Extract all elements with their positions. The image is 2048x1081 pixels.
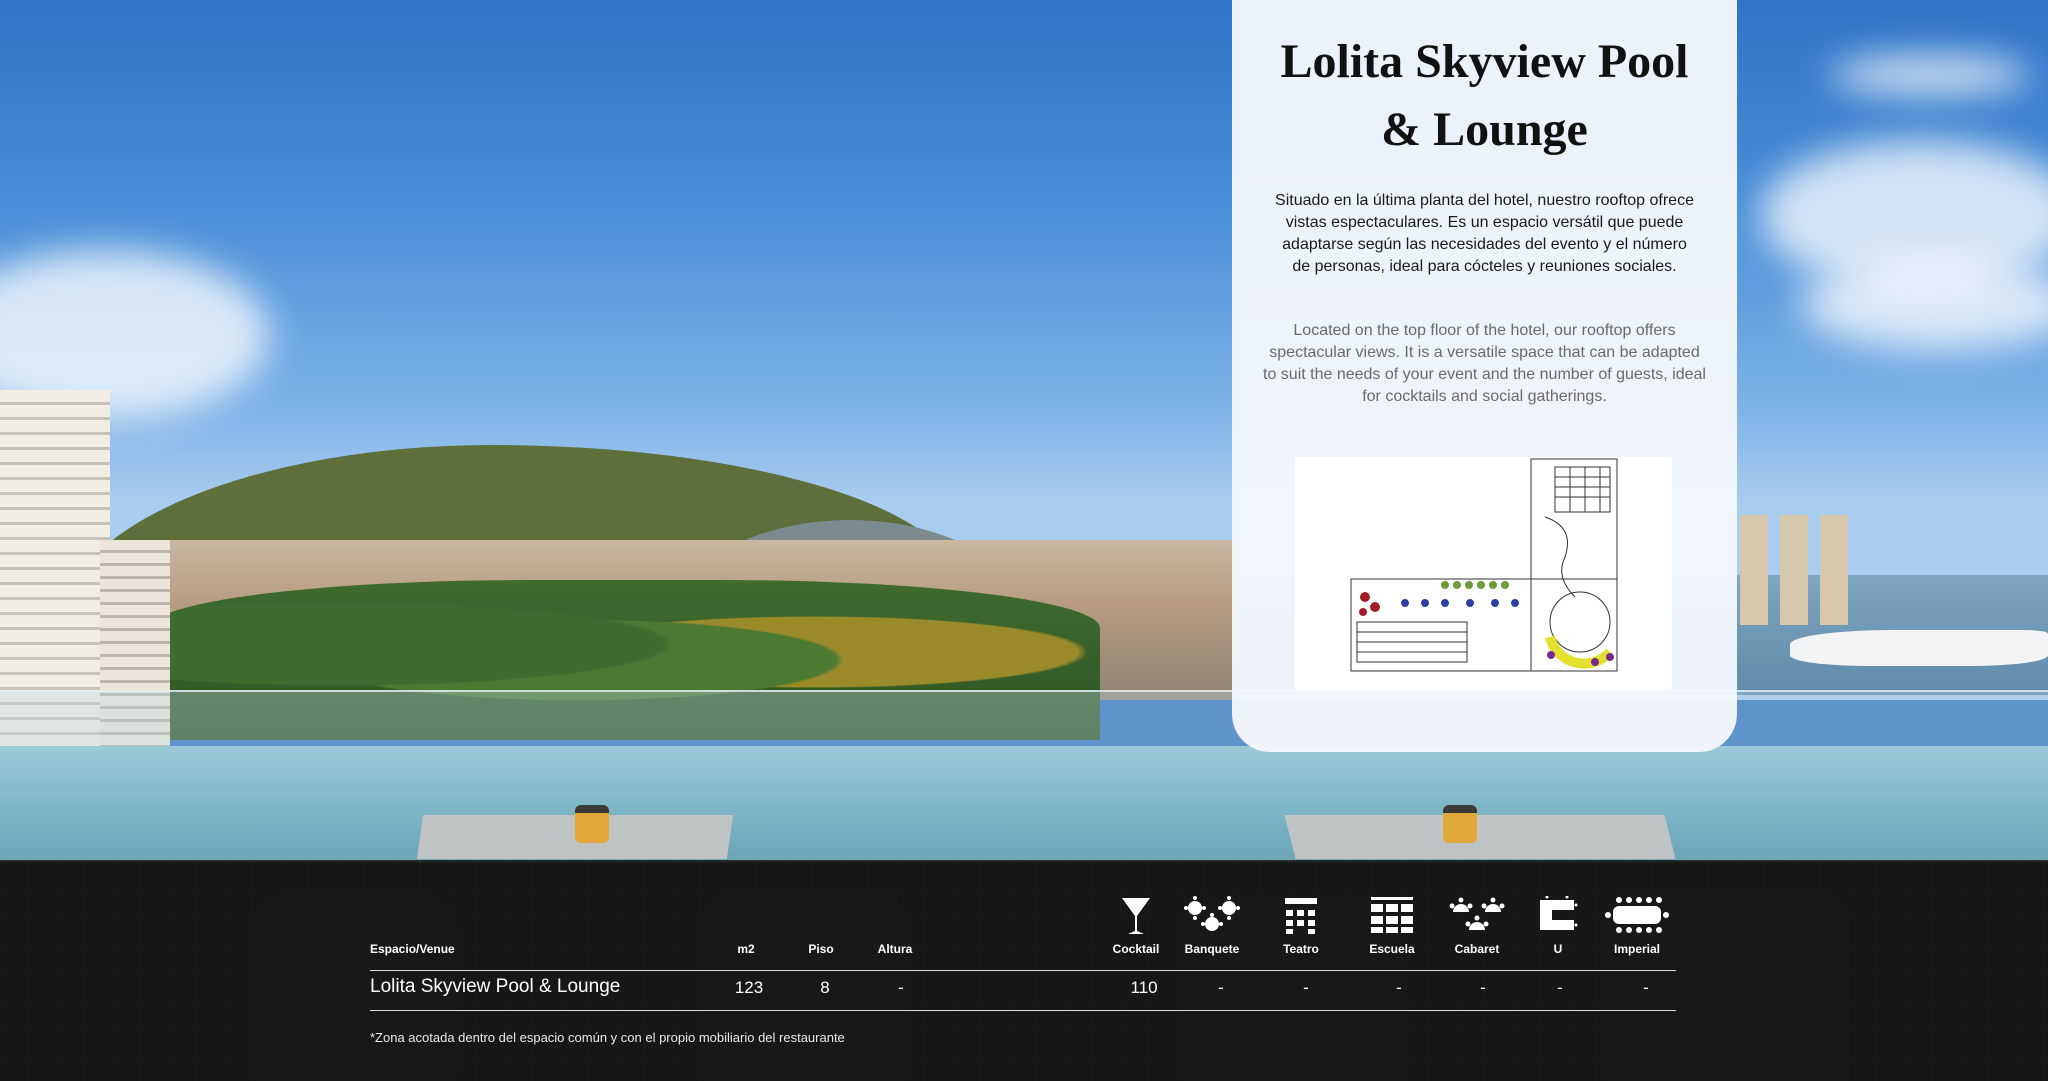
infinity-pool (0, 746, 2048, 866)
header-banquet: Banquete (1184, 942, 1240, 956)
header-m2: m2 (737, 942, 755, 956)
capacity-table: Espacio/Venue m2 Piso Altura Cocktail Ba… (370, 890, 1676, 1050)
cloud (1830, 55, 2030, 95)
row-cabaret: - (1480, 978, 1486, 997)
header-classroom: Escuela (1369, 942, 1415, 956)
header-cabaret: Cabaret (1454, 942, 1500, 956)
floor-plan-image (1295, 457, 1672, 690)
theatre-rows-icon (1285, 898, 1317, 934)
row-floor: 8 (820, 978, 830, 997)
header-theatre: Teatro (1283, 942, 1319, 956)
candle (1443, 805, 1477, 843)
floor-plan-drawing (1350, 458, 1618, 672)
row-classroom: - (1396, 978, 1402, 997)
description-spanish: Situado en la última planta del hotel, n… (1275, 192, 1694, 275)
row-banquet: - (1218, 978, 1224, 997)
u-shape-table-icon (1540, 896, 1578, 930)
candle (575, 805, 609, 843)
venue-title: Lolita Skyview Pool & Lounge (1280, 35, 1689, 156)
row-venue: Lolita Skyview Pool & Lounge (370, 976, 621, 997)
classroom-desks-icon (1371, 897, 1413, 933)
header-imperial: Imperial (1613, 942, 1661, 956)
row-cocktail: 110 (1130, 978, 1158, 997)
divider (370, 970, 1676, 971)
venue-info-card: Lolita Skyview Pool & Lounge Situado en … (1232, 0, 1737, 752)
row-imperial: - (1643, 978, 1649, 997)
row-theatre: - (1303, 978, 1309, 997)
cabaret-tables-icon (1449, 897, 1505, 930)
glass-railing (0, 690, 2048, 746)
row-height: - (898, 978, 904, 997)
footnote: *Zona acotada dentro del espacio común y… (370, 1030, 845, 1045)
header-height: Altura (877, 942, 913, 956)
imperial-table-icon (1605, 897, 1669, 933)
header-venue: Espacio/Venue (370, 942, 455, 956)
yacht (1790, 630, 2048, 666)
header-u-shape: U (1553, 942, 1563, 956)
table-top (1284, 815, 1676, 859)
header-cocktail: Cocktail (1112, 942, 1160, 956)
header-floor: Piso (808, 942, 834, 956)
divider (370, 1010, 1676, 1011)
cocktail-glass-icon (1122, 898, 1150, 934)
port-towers (1740, 515, 1860, 625)
row-u-shape: - (1557, 978, 1563, 997)
banquet-round-tables-icon (1184, 896, 1240, 931)
description-english: Located on the top floor of the hotel, o… (1263, 322, 1706, 405)
row-m2: 123 (734, 978, 764, 997)
